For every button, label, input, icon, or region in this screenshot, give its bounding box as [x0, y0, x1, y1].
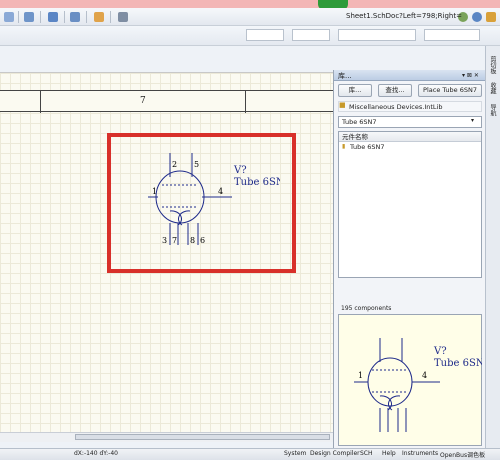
- chevron-down-icon[interactable]: ▾: [471, 117, 474, 124]
- port-tool-icon[interactable]: [70, 12, 80, 22]
- zone-number: 7: [140, 96, 146, 106]
- side-tab[interactable]: 收藏: [488, 82, 497, 94]
- side-tab[interactable]: 剪切板: [488, 56, 497, 74]
- workspace-header: [0, 46, 333, 72]
- toolbar-separator: [18, 11, 19, 23]
- status-tab-design-compiler[interactable]: Design Compiler: [310, 450, 360, 457]
- column-header[interactable]: 元件名称: [339, 132, 481, 142]
- designator-label: V?: [433, 346, 447, 357]
- search-button[interactable]: 查找...: [378, 84, 412, 97]
- list-item[interactable]: Tube 6SN7: [350, 143, 410, 152]
- grid-tool-icon[interactable]: [118, 12, 128, 22]
- library-icon: ■: [339, 101, 346, 109]
- filter-dropdown-1[interactable]: [246, 29, 284, 41]
- pin-label: 1: [358, 371, 363, 380]
- home-icon[interactable]: [486, 12, 496, 22]
- zone-divider: [40, 91, 41, 113]
- filter-dropdown-4[interactable]: [424, 29, 480, 41]
- pin-label: 4: [422, 371, 427, 380]
- pin-icon[interactable]: ▾ ⊠ ✕: [462, 72, 479, 79]
- component-icon: ▮: [342, 143, 346, 150]
- library-select[interactable]: Miscellaneous Devices.IntLib: [338, 101, 482, 112]
- status-tab-instruments[interactable]: Instruments: [402, 450, 438, 457]
- toolbar-separator: [64, 11, 65, 23]
- filter-dropdown-2[interactable]: [292, 29, 330, 41]
- status-tab-sch[interactable]: SCH: [360, 450, 373, 457]
- wire-tool-icon[interactable]: [4, 12, 14, 22]
- status-tab-openbus[interactable]: OpenBus调色板: [440, 450, 485, 459]
- library-panel-title: 库...: [338, 72, 352, 80]
- component-list[interactable]: [338, 131, 482, 278]
- highlight-box: [107, 133, 296, 273]
- part-tool-icon[interactable]: [94, 12, 104, 22]
- filter-input[interactable]: Tube 6SN7: [338, 116, 482, 128]
- forward-icon[interactable]: [472, 12, 482, 22]
- toolbar-separator: [40, 11, 41, 23]
- place-button[interactable]: Place Tube 6SN7: [418, 84, 482, 97]
- libraries-button[interactable]: 库...: [338, 84, 372, 97]
- zone-divider: [245, 91, 246, 113]
- cursor-coordinates: dX:-140 dY:-40: [74, 450, 118, 457]
- side-tab[interactable]: 导航: [488, 104, 497, 116]
- window-title-strip: [0, 0, 500, 8]
- document-path: Sheet1.SchDoc?Left=798;Right=: [346, 12, 462, 20]
- filter-dropdown-3[interactable]: [338, 29, 416, 41]
- status-tab-help[interactable]: Help: [382, 450, 396, 457]
- toolbar-separator: [110, 11, 111, 23]
- scrollbar-thumb[interactable]: [75, 434, 330, 440]
- status-tab-system[interactable]: System: [284, 450, 306, 457]
- sheet-zone-border: [0, 90, 333, 113]
- toolbar-separator: [86, 11, 87, 23]
- comment-label: Tube 6SN7: [434, 358, 482, 369]
- ground-tool-icon[interactable]: [48, 12, 58, 22]
- tube-symbol-preview: 1 4 V? Tube 6SN7: [354, 338, 482, 432]
- component-count: 195 components: [341, 305, 392, 312]
- bus-tool-icon[interactable]: [24, 12, 34, 22]
- toolbar-filters: [0, 26, 500, 46]
